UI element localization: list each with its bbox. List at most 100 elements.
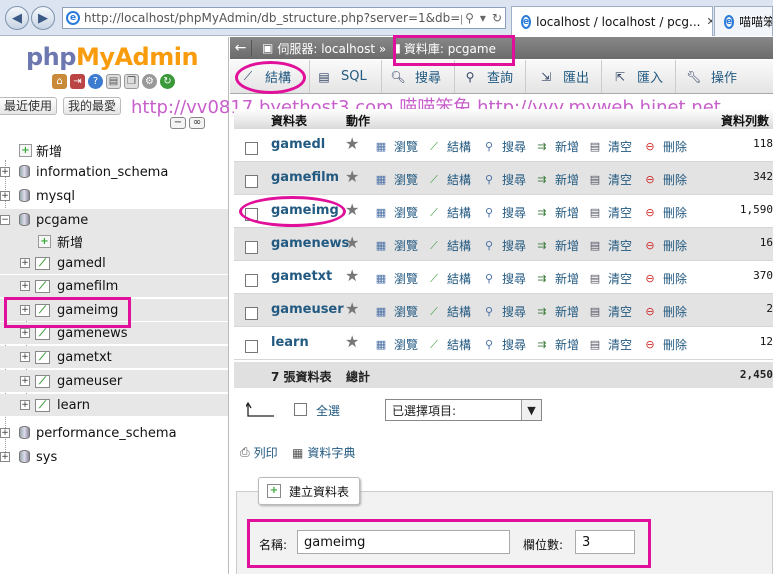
table-name-link[interactable]: gameuser	[271, 302, 344, 317]
row-checkbox[interactable]	[245, 307, 258, 320]
address-bar[interactable]: e http://localhost/phpMyAdmin/db_structu…	[62, 7, 506, 29]
action-drop[interactable]: ⊖ 刪除	[643, 171, 687, 188]
expand-icon[interactable]: +	[0, 191, 10, 201]
action-insert[interactable]: ⇉ 新增	[535, 138, 579, 155]
refresh-icon[interactable]: ↻	[489, 11, 505, 25]
star-icon[interactable]: ★	[345, 299, 359, 318]
tab-export[interactable]: ⇲ 匯出	[538, 60, 602, 93]
forward-arrow-icon[interactable]: ▶	[31, 6, 55, 30]
print-link[interactable]: ⎙ 列印	[240, 444, 278, 461]
action-empty[interactable]: ▤ 清空	[588, 270, 632, 287]
action-structure[interactable]: ⟋ 結構	[427, 171, 471, 188]
star-icon[interactable]: ★	[345, 332, 359, 351]
col-rows[interactable]: 資料列數	[721, 112, 769, 129]
reload-icon[interactable]: ↻	[160, 74, 175, 89]
tree-db-sys[interactable]: + sys	[0, 446, 228, 468]
address-url[interactable]: http://localhost/phpMyAdmin/db_structure…	[80, 11, 462, 25]
recent-tab[interactable]: 最近使用	[0, 97, 58, 115]
tree-pcgame-new-table[interactable]: + 新增	[0, 230, 228, 252]
action-search[interactable]: ⚲ 搜尋	[482, 336, 526, 353]
action-structure[interactable]: ⟋ 結構	[427, 204, 471, 221]
action-structure[interactable]: ⟋ 結構	[427, 237, 471, 254]
action-drop[interactable]: ⊖ 刪除	[643, 237, 687, 254]
breadcrumb-database[interactable]: 資料庫: pcgame	[404, 40, 496, 57]
row-checkbox[interactable]	[245, 241, 258, 254]
table-name-link[interactable]: gametxt	[271, 269, 332, 284]
select-all-checkbox[interactable]	[294, 403, 307, 416]
gear-icon[interactable]: ⚙	[142, 74, 157, 89]
action-browse[interactable]: ▦ 瀏覽	[374, 204, 418, 221]
tab-operations[interactable]: 🔧︎ 操作	[686, 60, 748, 93]
action-search[interactable]: ⚲ 搜尋	[482, 171, 526, 188]
action-browse[interactable]: ▦ 瀏覽	[374, 336, 418, 353]
copy-icon[interactable]: ❐	[124, 74, 139, 89]
row-checkbox[interactable]	[245, 208, 258, 221]
browser-tab[interactable]: e 喵喵笨	[714, 6, 773, 36]
table-name-link[interactable]: gamefilm	[271, 170, 339, 185]
action-drop[interactable]: ⊖ 刪除	[643, 303, 687, 320]
action-structure[interactable]: ⟋ 結構	[427, 336, 471, 353]
expand-icon[interactable]: +	[0, 428, 10, 438]
favorites-tab[interactable]: 我的最愛	[63, 97, 122, 115]
star-icon[interactable]: ★	[345, 200, 359, 219]
expand-icon[interactable]: +	[20, 258, 30, 268]
action-structure[interactable]: ⟋ 結構	[427, 270, 471, 287]
tree-table-gameuser[interactable]: + ⟋ gameuser	[0, 370, 228, 392]
action-browse[interactable]: ▦ 瀏覽	[374, 270, 418, 287]
table-name-link[interactable]: gameimg	[271, 203, 339, 218]
action-empty[interactable]: ▤ 清空	[588, 303, 632, 320]
expand-icon[interactable]: +	[0, 452, 10, 462]
column-count-input[interactable]: 3	[575, 530, 635, 554]
tab-import[interactable]: ⇱ 匯入	[612, 60, 676, 93]
col-table[interactable]: 資料表	[271, 112, 307, 129]
tree-db-information-schema[interactable]: + information_schema	[0, 161, 228, 183]
action-empty[interactable]: ▤ 清空	[588, 237, 632, 254]
with-selected-dropdown[interactable]: 已選擇項目: ▼	[385, 399, 542, 421]
action-drop[interactable]: ⊖ 刪除	[643, 336, 687, 353]
action-insert[interactable]: ⇉ 新增	[535, 204, 579, 221]
tree-db-pcgame[interactable]: − pcgame	[0, 209, 228, 231]
expand-icon[interactable]: +	[20, 352, 30, 362]
row-checkbox[interactable]	[245, 274, 258, 287]
data-dictionary-link[interactable]: ▦ 資料字典	[292, 444, 355, 461]
star-icon[interactable]: ★	[345, 134, 359, 153]
table-name-link[interactable]: learn	[271, 335, 309, 350]
tree-table-gamedl[interactable]: + ⟋ gamedl	[0, 252, 228, 274]
action-empty[interactable]: ▤ 清空	[588, 171, 632, 188]
back-arrow-icon[interactable]: ◀	[5, 6, 29, 30]
action-search[interactable]: ⚲ 搜尋	[482, 237, 526, 254]
search-icon[interactable]: ⚲	[462, 11, 477, 25]
tab-query[interactable]: ⚲ 查詢	[462, 60, 526, 93]
table-name-input[interactable]: gameimg	[297, 530, 510, 554]
tree-new-database[interactable]: + 新增	[0, 139, 228, 161]
expand-icon[interactable]: +	[20, 305, 30, 315]
action-drop[interactable]: ⊖ 刪除	[643, 204, 687, 221]
tree-table-gamenews[interactable]: + ⟋ gamenews	[0, 322, 228, 344]
tree-db-performance-schema[interactable]: + performance_schema	[0, 422, 228, 444]
select-all-label[interactable]: 全選	[316, 402, 340, 419]
action-insert[interactable]: ⇉ 新增	[535, 303, 579, 320]
browser-tab-active[interactable]: e localhost / localhost / pcg... ✕	[511, 6, 713, 36]
docs-icon[interactable]: ▤	[106, 74, 121, 89]
row-checkbox[interactable]	[245, 142, 258, 155]
action-insert[interactable]: ⇉ 新增	[535, 237, 579, 254]
action-insert[interactable]: ⇉ 新增	[535, 270, 579, 287]
action-search[interactable]: ⚲ 搜尋	[482, 138, 526, 155]
action-search[interactable]: ⚲ 搜尋	[482, 204, 526, 221]
expand-icon[interactable]: +	[0, 167, 10, 177]
logout-icon[interactable]: ⇥	[70, 74, 85, 89]
close-icon[interactable]: ✕	[706, 15, 712, 28]
expand-icon[interactable]: +	[20, 281, 30, 291]
action-empty[interactable]: ▤ 清空	[588, 138, 632, 155]
back-arrow-icon[interactable]: ←	[230, 40, 252, 56]
action-search[interactable]: ⚲ 搜尋	[482, 270, 526, 287]
star-icon[interactable]: ★	[345, 266, 359, 285]
star-icon[interactable]: ★	[345, 167, 359, 186]
collapse-icon[interactable]: −	[0, 215, 10, 225]
action-empty[interactable]: ▤ 清空	[588, 336, 632, 353]
tree-table-learn[interactable]: + ⟋ learn	[0, 394, 228, 416]
action-structure[interactable]: ⟋ 結構	[427, 138, 471, 155]
tab-structure[interactable]: ⟋ 結構	[240, 60, 310, 93]
home-icon[interactable]: ⌂	[52, 74, 67, 89]
action-drop[interactable]: ⊖ 刪除	[643, 138, 687, 155]
